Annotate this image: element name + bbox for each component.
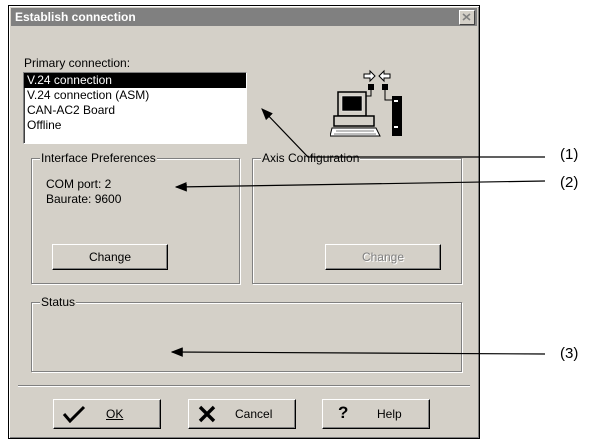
callout-3-label: (3) — [560, 345, 579, 362]
callout-2-label: (2) — [560, 174, 579, 191]
callout-1-arrow — [261, 108, 545, 158]
callout-3-arrow — [170, 347, 546, 357]
callout-2-arrow — [174, 180, 546, 192]
callout-1-label: (1) — [560, 146, 579, 163]
annotation-arrows — [170, 108, 546, 357]
